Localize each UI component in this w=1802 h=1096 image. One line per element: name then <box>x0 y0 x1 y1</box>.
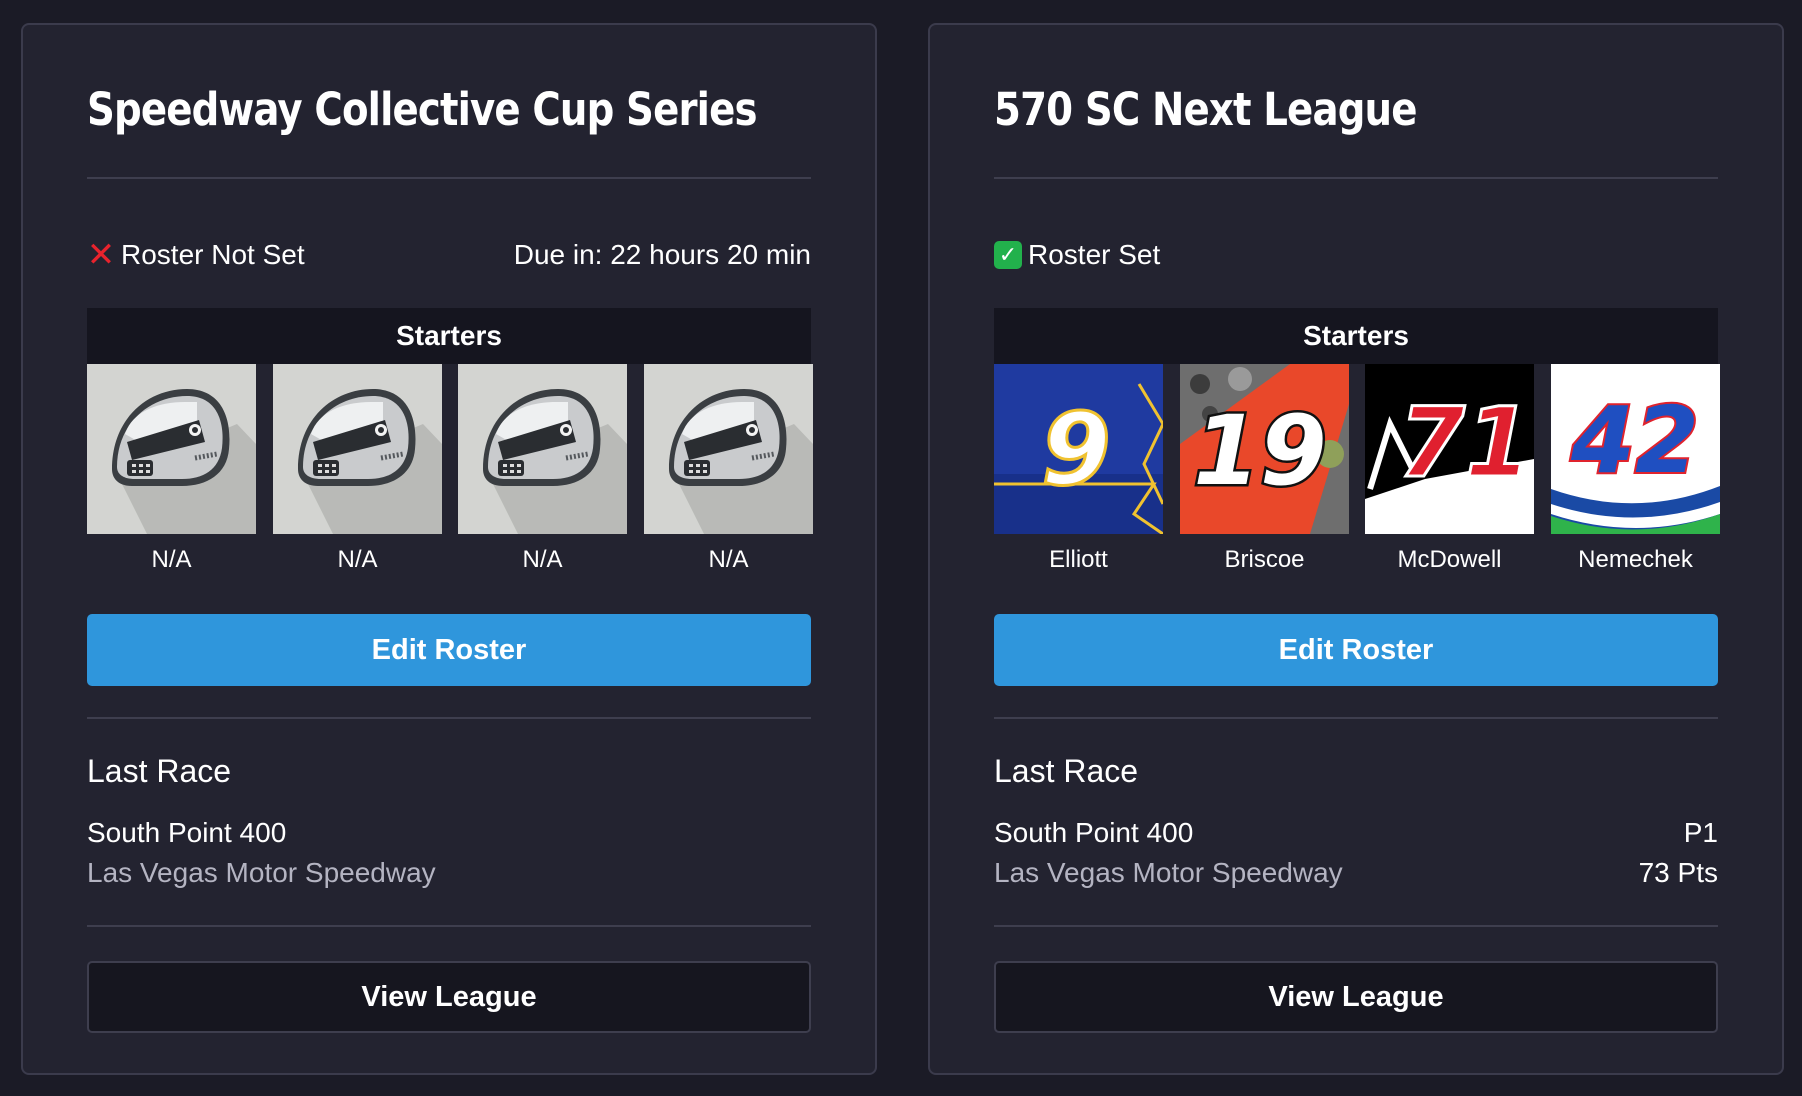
driver-name: N/A <box>151 546 192 573</box>
driver-name: N/A <box>522 546 563 573</box>
driver-name: Nemechek <box>1578 546 1693 573</box>
divider <box>87 177 811 179</box>
last-race-heading: Last Race <box>87 753 232 789</box>
car-number-text: 71 <box>1398 387 1532 499</box>
roster-status-label: Roster Not Set <box>121 239 305 270</box>
car-number-42-image[interactable]: 42 <box>1551 364 1720 534</box>
race-name-row: South Point 400 P1 <box>994 817 1718 849</box>
divider <box>87 717 811 719</box>
track-name: Las Vegas Motor Speedway <box>994 857 1343 888</box>
divider <box>994 717 1718 719</box>
race-track-row: Las Vegas Motor Speedway 73 Pts <box>994 857 1718 889</box>
helmet-placeholder-image[interactable] <box>87 364 256 534</box>
race-points: 73 Pts <box>1638 857 1718 888</box>
track-name: Las Vegas Motor Speedway <box>87 857 436 888</box>
edit-roster-button[interactable]: Edit Roster <box>994 614 1718 686</box>
race-track-row: Las Vegas Motor Speedway <box>87 857 811 889</box>
finish-position: P1 <box>1683 817 1718 848</box>
car-number-text: 9 <box>1041 391 1111 508</box>
divider <box>994 177 1718 179</box>
view-league-button[interactable]: View League <box>994 961 1718 1033</box>
x-mark-icon: ✕ <box>86 236 116 274</box>
car-number-19-image[interactable]: 19 <box>1180 364 1349 534</box>
helmet-placeholder-image[interactable] <box>644 364 813 534</box>
divider <box>87 925 811 927</box>
roster-status: ✕ Roster Not Set <box>86 236 305 274</box>
race-name: South Point 400 <box>87 817 287 848</box>
starters-header: Starters <box>994 308 1718 364</box>
roster-status-row: ✕ Roster Not Set Due in: 22 hours 20 min <box>87 235 811 275</box>
car-number-71-image[interactable]: 71 <box>1365 364 1534 534</box>
car-number-text: 42 <box>1570 387 1699 494</box>
starters-header: Starters <box>87 308 811 364</box>
roster-status-label: Roster Set <box>1028 239 1161 270</box>
league-title: 570 SC Next League <box>994 83 1417 136</box>
helmet-placeholder-image[interactable] <box>273 364 442 534</box>
car-number-text: 19 <box>1193 395 1327 507</box>
league-title: Speedway Collective Cup Series <box>87 83 758 136</box>
edit-roster-button[interactable]: Edit Roster <box>87 614 811 686</box>
roster-status-row: ✓ Roster Set <box>994 235 1718 275</box>
helmet-placeholder-image[interactable] <box>458 364 627 534</box>
divider <box>994 925 1718 927</box>
car-number-9-image[interactable]: 9 <box>994 364 1163 534</box>
driver-name: N/A <box>708 546 749 573</box>
league-card-570-sc-next: 570 SC Next League ✓ Roster Set Starters… <box>928 23 1784 1075</box>
due-countdown: Due in: 22 hours 20 min <box>513 239 811 270</box>
driver-name: Briscoe <box>1224 546 1305 573</box>
view-league-button[interactable]: View League <box>87 961 811 1033</box>
driver-name: Elliott <box>1049 546 1108 573</box>
race-name: South Point 400 <box>994 817 1194 848</box>
starters-list: 9 19 71 42 Elliott Briscoe McDowell Neme… <box>994 364 1720 573</box>
driver-name: N/A <box>337 546 378 573</box>
race-name-row: South Point 400 <box>87 817 811 849</box>
league-card-speedway-collective: Speedway Collective Cup Series ✕ Roster … <box>21 23 877 1075</box>
starters-list: N/A N/A N/A N/A <box>87 364 813 573</box>
last-race-heading: Last Race <box>994 753 1139 789</box>
driver-name: McDowell <box>1397 546 1502 573</box>
check-mark-icon: ✓ <box>994 241 1022 269</box>
roster-status: ✓ Roster Set <box>994 239 1160 271</box>
